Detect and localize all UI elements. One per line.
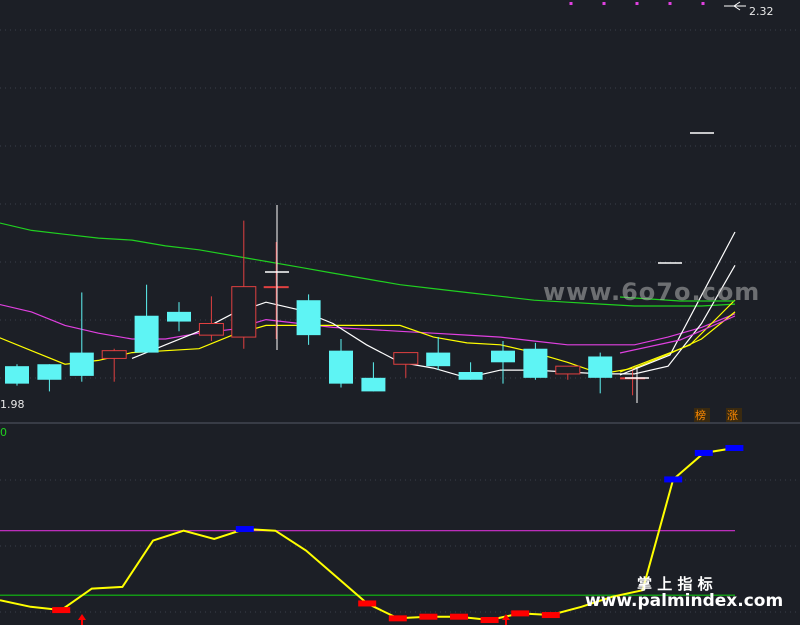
candle-body	[5, 366, 29, 384]
candle-body	[263, 286, 289, 289]
candle-body	[393, 352, 419, 365]
bull-marker	[511, 610, 530, 617]
candle	[5, 364, 29, 386]
tag-bang: 榜	[694, 408, 710, 422]
candle-body	[69, 352, 94, 376]
candle	[588, 352, 613, 394]
tag-zhang-text: 涨	[727, 409, 738, 422]
chart-annotations	[569, 1, 746, 376]
candle	[329, 339, 353, 388]
candle-body	[555, 365, 581, 375]
candle	[134, 284, 159, 353]
candle-body	[37, 364, 62, 380]
candle-body	[231, 286, 257, 338]
bear-marker	[235, 526, 254, 533]
candle	[198, 296, 224, 341]
price-high-label: 2.32	[749, 5, 774, 18]
candle	[458, 362, 483, 380]
bull-marker	[358, 600, 377, 607]
candle	[167, 302, 191, 332]
bear-marker	[664, 476, 683, 483]
watermark-bottom: www.palmindex.com	[585, 591, 783, 611]
candle	[555, 365, 581, 380]
bear-marker	[725, 445, 744, 451]
indicator-zero-label: 0	[0, 426, 7, 439]
candle	[296, 294, 321, 345]
candle	[231, 220, 257, 349]
candle-body	[296, 300, 321, 336]
top-dot-marker	[701, 2, 705, 5]
candle-body	[588, 356, 613, 378]
candle	[263, 242, 289, 340]
tag-zhang: 涨	[726, 408, 742, 422]
top-dot-marker	[569, 2, 573, 5]
candle	[523, 342, 548, 380]
candle	[361, 362, 386, 392]
candle-body	[329, 350, 353, 384]
price-low-label: 1.98	[0, 398, 25, 411]
top-dot-marker	[635, 2, 639, 5]
bull-marker	[480, 617, 499, 623]
grid-lines	[0, 29, 800, 613]
bull-marker	[450, 613, 468, 620]
top-dot-marker	[602, 2, 606, 5]
candle-body	[198, 323, 224, 336]
ma-mid-line	[0, 311, 736, 375]
watermark-top: www.6o7o.com	[543, 278, 760, 306]
candle-body	[426, 352, 451, 367]
candle	[37, 364, 62, 392]
candle	[69, 292, 94, 382]
tag-bang-text: 榜	[695, 408, 706, 422]
bear-marker	[694, 449, 713, 456]
candle-body	[167, 311, 191, 322]
top-dot-marker	[668, 2, 672, 5]
ma-mid-forecast	[619, 299, 736, 373]
bull-marker	[419, 613, 438, 620]
bull-marker	[541, 612, 560, 619]
bull-marker	[388, 615, 407, 622]
candle-body	[361, 377, 386, 392]
candle-body	[134, 315, 159, 353]
candle	[426, 337, 451, 371]
stock-chart: 2.32 1.98 0 榜 涨 www.6o7o.com 掌 上 指 标 www…	[0, 1, 800, 625]
candle-body	[101, 350, 127, 359]
candle	[101, 348, 127, 382]
candle-body	[523, 348, 548, 378]
candle-body	[491, 350, 515, 363]
bull-marker	[52, 607, 71, 614]
ma-slow-line	[0, 303, 736, 346]
candle-body	[458, 372, 483, 380]
